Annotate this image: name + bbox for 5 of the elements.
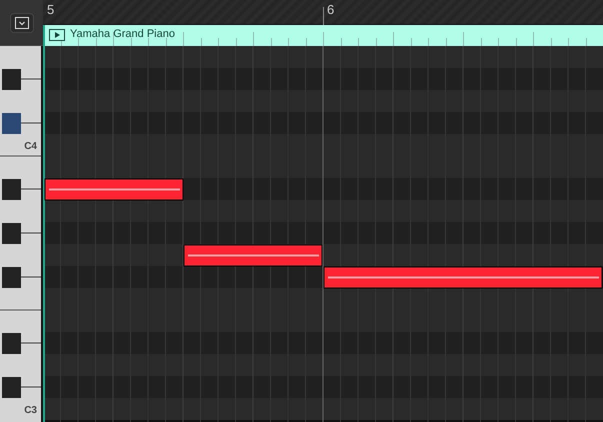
bar-number: 5 <box>47 3 54 16</box>
bar-number: 6 <box>327 3 334 16</box>
octave-label: C4 <box>24 142 37 152</box>
region-title: Yamaha Grand Piano <box>70 29 175 40</box>
octave-label: C3 <box>24 406 37 416</box>
